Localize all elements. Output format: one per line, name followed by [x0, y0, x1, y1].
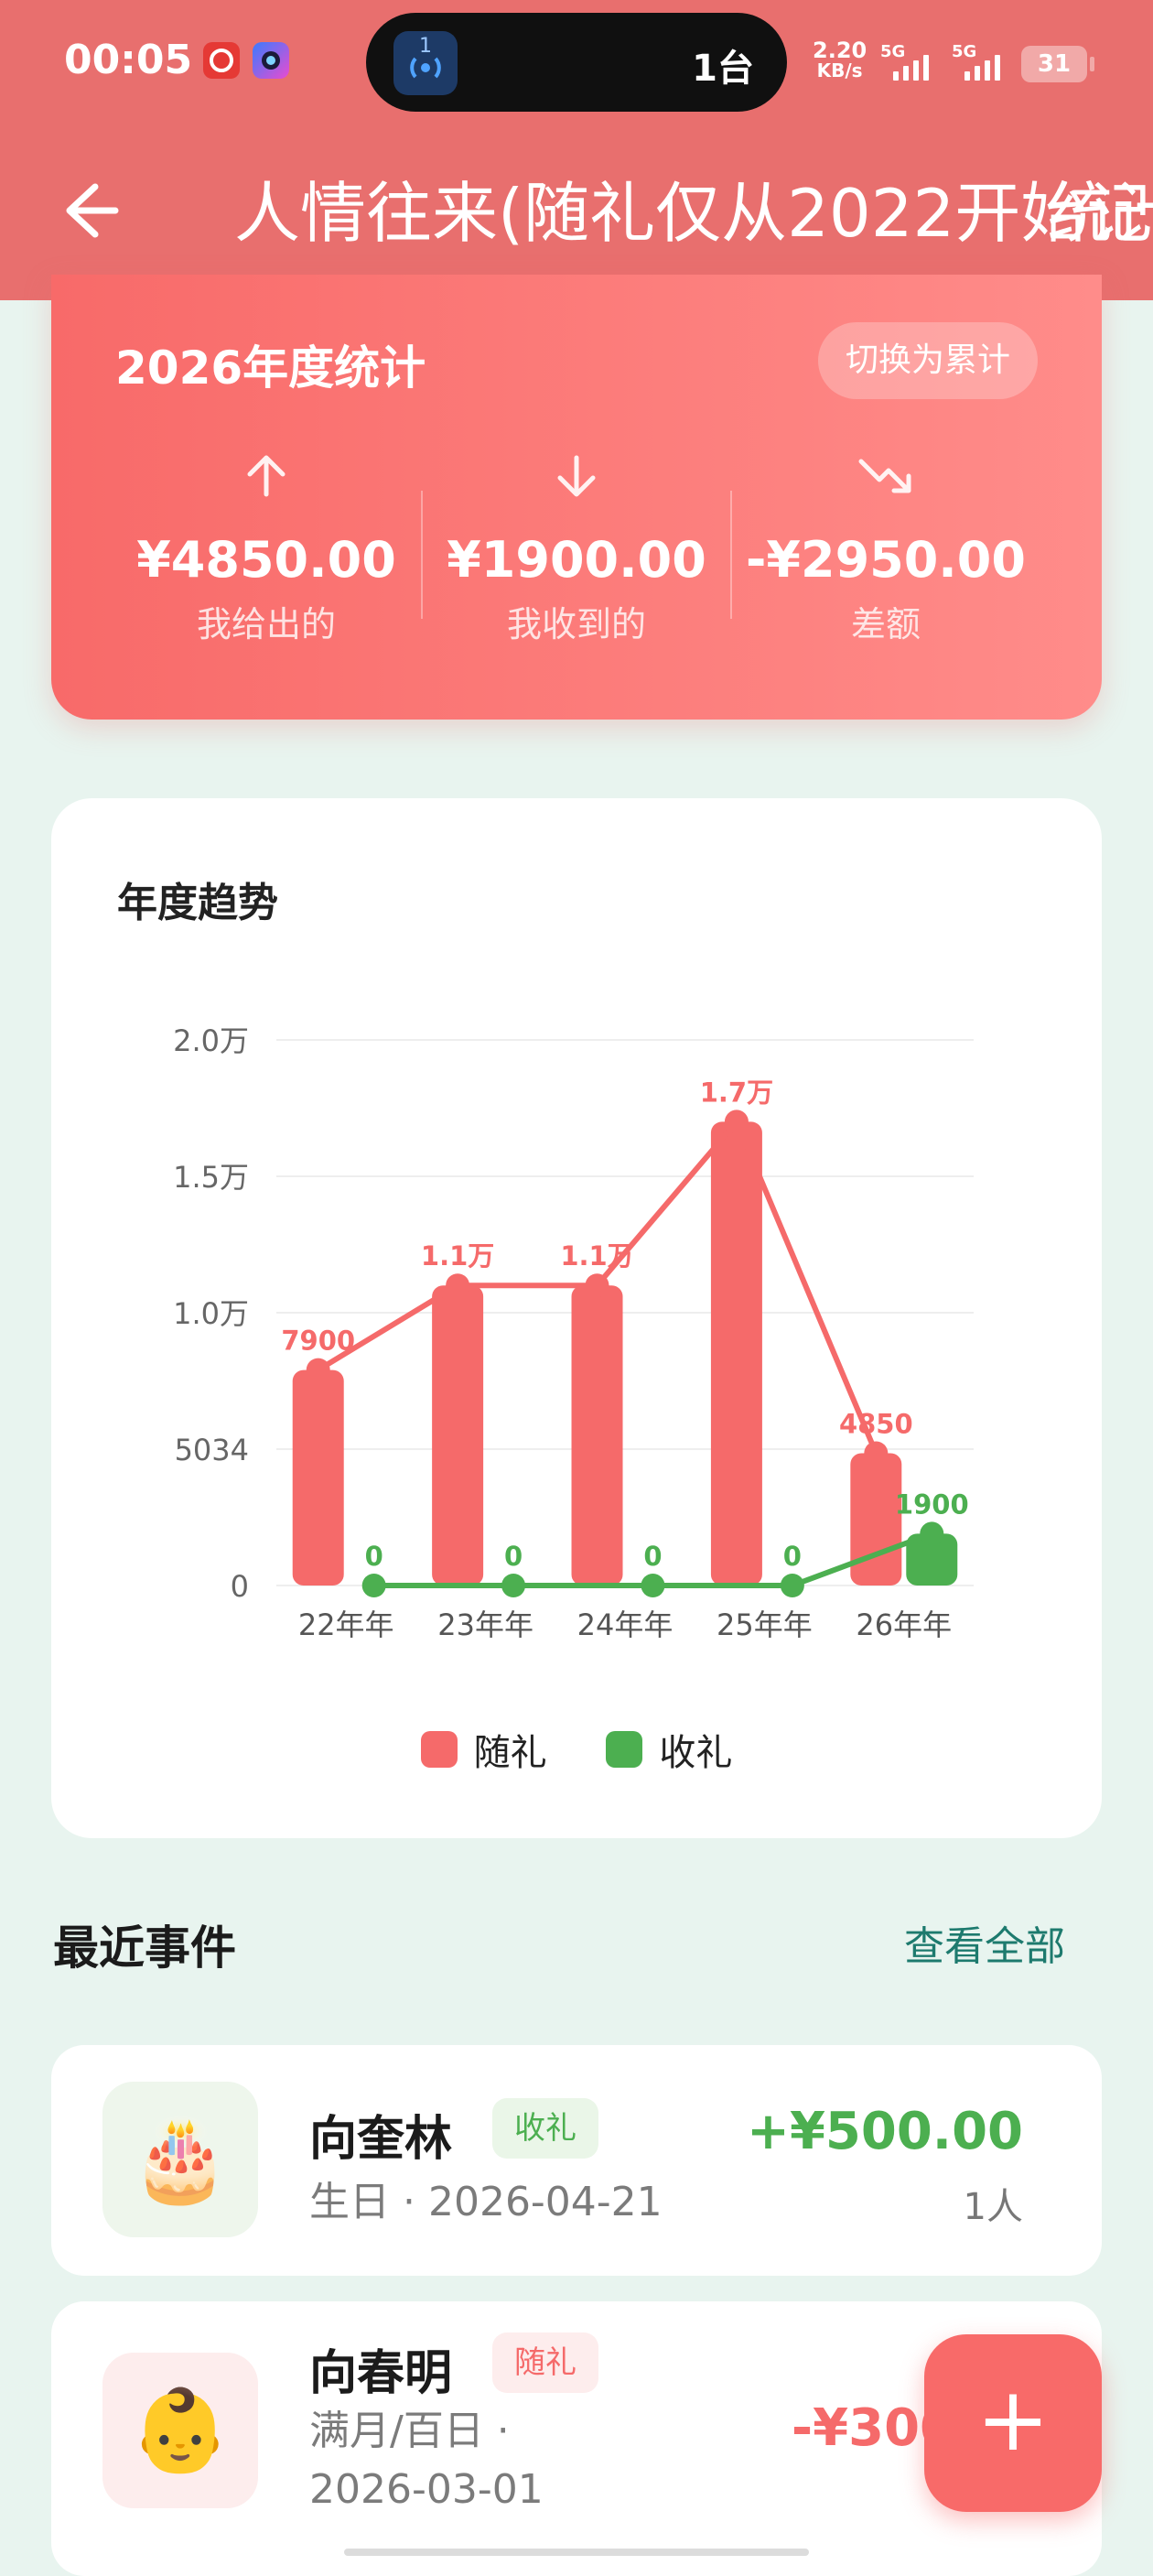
- broadcast-icon: 1: [393, 31, 458, 95]
- recent-events-title: 最近事件: [53, 1921, 236, 1975]
- event-subtitle: 生日 · 2026-04-21: [309, 2179, 663, 2225]
- stat-difference: -¥2950.00 差额: [730, 449, 1041, 646]
- difference-label: 差额: [850, 604, 921, 644]
- baby-icon: 👶: [102, 2353, 258, 2508]
- event-subtitle: 满月/百日 · 2026-03-01: [309, 2408, 544, 2513]
- given-amount: ¥4850.00: [136, 531, 396, 589]
- bar-given: [292, 1369, 344, 1586]
- camera-app-icon: [253, 42, 289, 79]
- received-amount: ¥1900.00: [447, 531, 706, 589]
- trend-chart: 0 5034 1.0万 1.5万 2.0万 7900 1.1万 1.1万 1.7万 4850 0 0 0…: [173, 1023, 974, 1642]
- data-label-given: 4850: [839, 1408, 913, 1439]
- bar-given: [710, 1121, 762, 1586]
- signal-icon: [893, 53, 939, 81]
- data-label-received: 1900: [895, 1488, 969, 1520]
- status-time: 00:05: [64, 37, 193, 83]
- stat-given: ¥4850.00 我给出的: [111, 449, 422, 646]
- network-speed: 2.20 KB/s: [813, 38, 867, 81]
- x-tick-label: 24年年: [577, 1607, 673, 1642]
- bar-given: [432, 1285, 484, 1586]
- x-tick-label: 26年年: [856, 1607, 952, 1642]
- add-event-button[interactable]: +: [924, 2334, 1102, 2512]
- home-indicator: [344, 2549, 809, 2556]
- data-label-given: 1.1万: [560, 1240, 633, 1272]
- switch-cumulative-button[interactable]: 切换为累计: [817, 322, 1038, 399]
- birthday-cake-icon: 🎂: [102, 2082, 258, 2237]
- received-label: 我收到的: [506, 604, 646, 644]
- event-name: 向奎林: [309, 2112, 453, 2167]
- bar-given: [571, 1285, 623, 1586]
- signal-icon: [964, 53, 1010, 81]
- data-label-received: 0: [365, 1541, 383, 1572]
- data-label-received: 0: [643, 1541, 662, 1572]
- list-item[interactable]: 🎂 向奎林 收礼 生日 · 2026-04-21 +¥500.00 1人: [51, 2045, 1102, 2276]
- x-tick-label: 25年年: [717, 1607, 813, 1642]
- point-given: [306, 1358, 330, 1382]
- point-received: [501, 1574, 526, 1597]
- given-label: 我给出的: [196, 604, 336, 644]
- chart-legend: 随礼 收礼: [51, 1723, 1102, 1776]
- point-received: [920, 1521, 944, 1546]
- title-overflow-text: 统计: [1047, 175, 1153, 252]
- legend-item-received[interactable]: 收礼: [606, 1723, 732, 1776]
- event-people: 1人: [963, 2186, 1023, 2228]
- y-tick-label: 1.5万: [173, 1160, 249, 1195]
- view-all-link[interactable]: 查看全部: [904, 1913, 1065, 1972]
- trending-down-icon: [730, 449, 1041, 513]
- data-label-received: 0: [504, 1541, 523, 1572]
- point-received: [780, 1574, 804, 1597]
- point-given: [446, 1273, 470, 1298]
- data-label-given: 1.7万: [700, 1077, 773, 1108]
- event-amount: +¥500.00: [747, 2102, 1023, 2161]
- x-tick-label: 22年年: [298, 1607, 394, 1642]
- x-tick-label: 23年年: [437, 1607, 533, 1642]
- point-received: [361, 1574, 386, 1597]
- event-tag: 收礼: [492, 2098, 598, 2159]
- stat-received: ¥1900.00 我收到的: [421, 449, 732, 646]
- legend-item-given[interactable]: 随礼: [420, 1723, 547, 1776]
- arrow-down-icon: [421, 449, 732, 513]
- island-text: 1台: [692, 48, 754, 90]
- annual-trend-card: 年度趋势 0 5034 1.0万 1.5万 2.0万 7900 1.1万 1.1万 1.7万 48…: [51, 798, 1102, 1838]
- difference-amount: -¥2950.00: [746, 531, 1026, 589]
- netease-music-icon: [203, 42, 240, 79]
- summary-title: 2026年度统计: [115, 341, 426, 395]
- point-received: [641, 1574, 665, 1597]
- battery-icon: 31: [1021, 46, 1094, 82]
- point-given: [585, 1273, 609, 1298]
- data-label-received: 0: [783, 1541, 802, 1572]
- event-name: 向春明: [309, 2346, 453, 2401]
- dynamic-island[interactable]: 1 1台: [366, 13, 787, 112]
- y-tick-label: 2.0万: [173, 1023, 249, 1058]
- arrow-up-icon: [111, 449, 422, 513]
- point-given: [864, 1441, 889, 1466]
- y-tick-label: 1.0万: [173, 1296, 249, 1331]
- point-given: [724, 1109, 749, 1134]
- event-tag: 随礼: [492, 2332, 598, 2393]
- app-header: 00:05 1 1台 2.20 KB/s 5G 5G 31 人情往来(随礼仅从2…: [0, 0, 1153, 300]
- data-label-given: 7900: [281, 1326, 355, 1357]
- annual-summary-card: 2026年度统计 切换为累计 ¥4850.00 我给出的 ¥1900.00 我收…: [51, 275, 1102, 720]
- y-tick-label: 5034: [175, 1433, 249, 1467]
- y-tick-label: 0: [231, 1569, 249, 1604]
- bar-given: [850, 1453, 902, 1586]
- page-title: 人情往来(随礼仅从2022开始记: [234, 175, 1153, 252]
- data-label-given: 1.1万: [421, 1240, 494, 1272]
- back-arrow-icon[interactable]: [53, 174, 126, 247]
